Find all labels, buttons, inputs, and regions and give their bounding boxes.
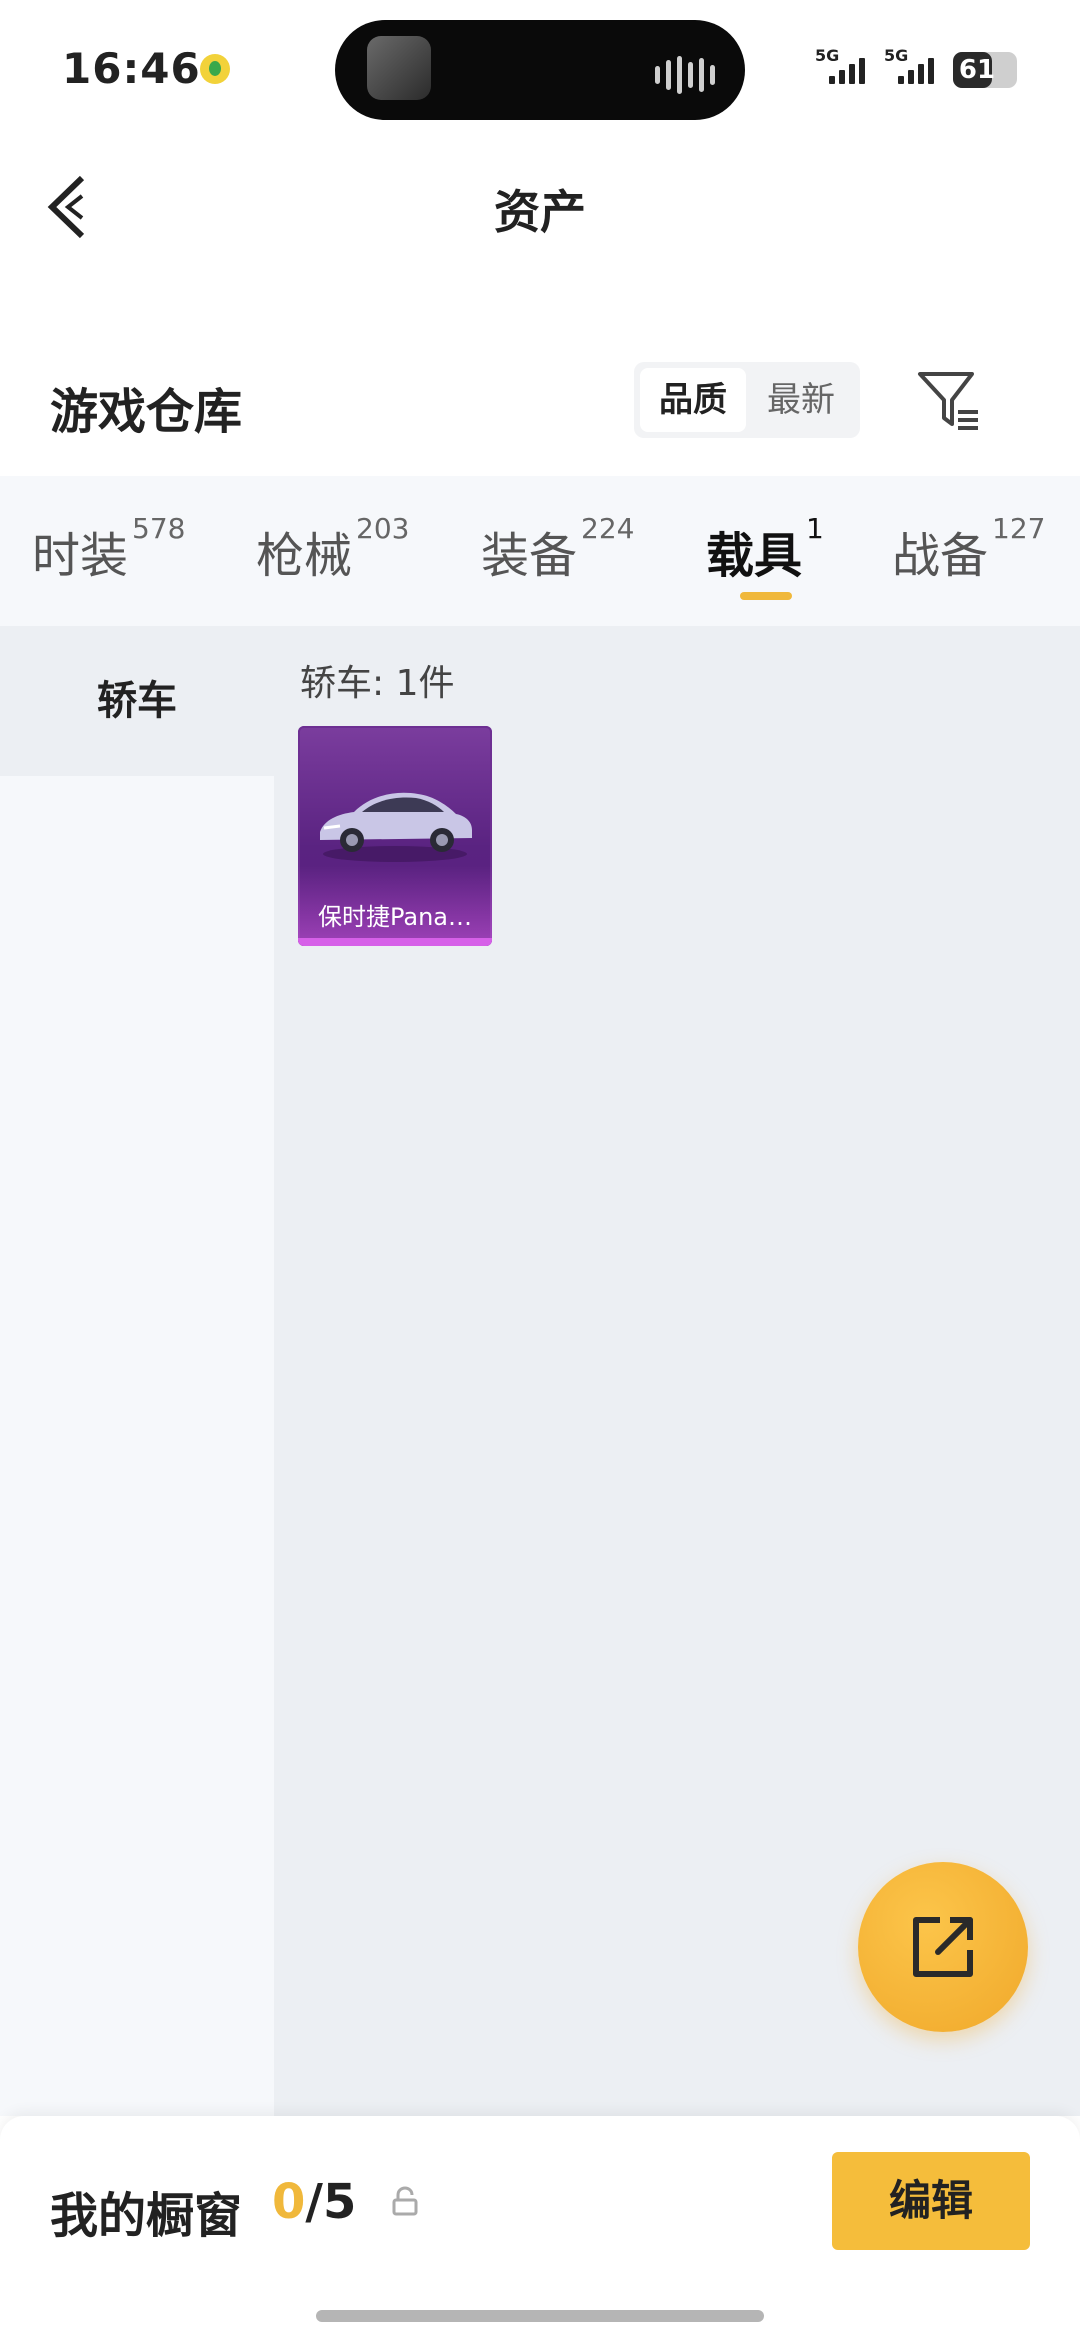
car-image [320, 792, 472, 862]
tab-vehicles[interactable]: 载具 1 [706, 512, 824, 586]
audio-wave-icon [655, 56, 715, 94]
warehouse-title: 游戏仓库 [50, 384, 243, 440]
music-app-icon [200, 54, 230, 84]
share-icon [913, 1917, 973, 1977]
tab-firearms[interactable]: 枪械 203 [256, 512, 409, 586]
category-tabs: 时装 578 枪械 203 装备 224 载具 1 战备 127 [0, 476, 1080, 626]
showcase-count-current: 0 [272, 2174, 306, 2230]
item-name: 保时捷Pana… [317, 903, 473, 931]
signal-icon-2: 5G [884, 46, 944, 86]
item-card[interactable]: 保时捷Pana… [298, 726, 492, 946]
edit-button[interactable]: 编辑 [832, 2152, 1030, 2250]
lock-icon [392, 2186, 418, 2216]
filter-button[interactable] [914, 366, 984, 436]
tab-fashion[interactable]: 时装 578 [32, 512, 185, 586]
tab-label: 装备 [481, 528, 578, 584]
tab-supplies[interactable]: 战备 127 [892, 512, 1045, 586]
home-indicator[interactable] [316, 2310, 764, 2322]
tab-equipment[interactable]: 装备 224 [481, 512, 634, 586]
filter-icon [918, 372, 978, 430]
tab-count: 578 [132, 512, 186, 545]
tab-count: 127 [992, 512, 1046, 545]
tab-label: 枪械 [256, 528, 353, 584]
active-tab-indicator [740, 592, 792, 600]
subcategory-sidebar: 轿车 [0, 626, 274, 2116]
battery-icon: 61 [953, 52, 1017, 88]
share-button[interactable] [858, 1862, 1028, 2032]
status-time: 16:46 [62, 44, 201, 93]
dynamic-island[interactable] [335, 20, 745, 120]
tab-count: 203 [356, 512, 410, 545]
now-playing-cover [367, 36, 431, 100]
sort-option-quality[interactable]: 品质 [640, 368, 746, 432]
rarity-bar [298, 938, 492, 946]
showcase-count-total: /5 [305, 2174, 357, 2230]
status-bar: 16:46 5G 5G 61 [0, 0, 1080, 140]
page-title: 资产 [494, 185, 586, 239]
signal-icon: 5G [815, 46, 875, 86]
sort-option-latest[interactable]: 最新 [748, 368, 854, 432]
tab-label: 时装 [32, 528, 129, 584]
tab-label: 战备 [892, 528, 989, 584]
showcase-count: 0/5 [272, 2174, 356, 2230]
showcase-title: 我的橱窗 [50, 2188, 243, 2244]
tab-count: 224 [581, 512, 635, 545]
tab-count: 1 [806, 512, 824, 545]
sort-toggle: 品质 最新 [634, 362, 860, 438]
tab-label: 载具 [706, 528, 803, 584]
section-label: 轿车: 1件 [300, 663, 455, 704]
sidebar-item-sedan[interactable]: 轿车 [0, 626, 274, 776]
battery-level: 61 [958, 55, 996, 85]
